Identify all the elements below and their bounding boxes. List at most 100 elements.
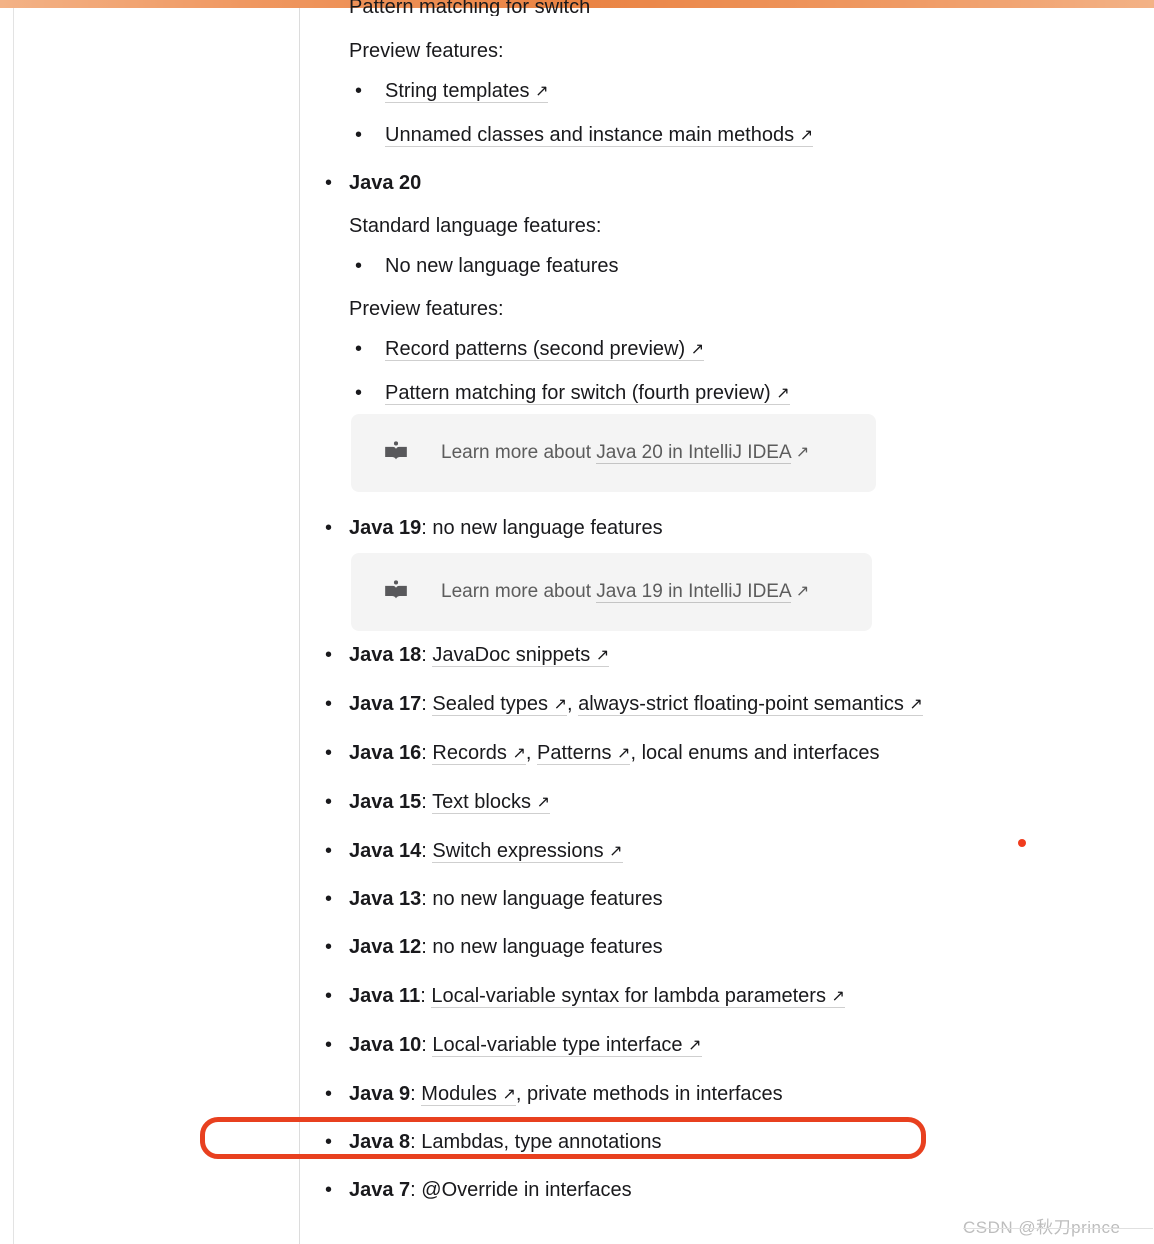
link-record-patterns[interactable]: Record patterns (second preview) ↗ — [385, 338, 705, 361]
bullet-dot: • — [325, 1083, 333, 1105]
java-19-title: Java 19 — [349, 517, 422, 539]
version-title: Java 17 — [349, 693, 422, 715]
link-label: Unnamed classes and instance main method… — [385, 124, 795, 146]
link-javadoc-snippets[interactable]: JavaDoc snippets ↗ — [432, 644, 610, 667]
bullet-dot: • — [355, 382, 363, 404]
version-text-segment: : — [421, 840, 433, 862]
list-item: • Pattern matching for switch (fourth pr… — [355, 380, 790, 408]
link-label: Switch expressions — [432, 840, 604, 862]
bullet-dot: • — [355, 124, 363, 146]
link-label: Sealed types — [432, 693, 549, 715]
bullet-dot: • — [355, 255, 363, 277]
bullet-dot: • — [325, 1179, 333, 1201]
link-label: Java 20 in IntelliJ IDEA — [596, 442, 791, 463]
link-text-blocks[interactable]: Text blocks ↗ — [432, 791, 550, 814]
list-item-java-9: • Java 9: Modules ↗, private methods in i… — [325, 1081, 783, 1109]
bullet-dot: • — [325, 791, 333, 813]
link-label: Modules — [421, 1083, 497, 1105]
bullet-dot: • — [325, 888, 333, 910]
version-title: Java 13 — [349, 888, 422, 910]
callout-java-20-text: Learn more about Java 20 in IntelliJ IDE… — [441, 442, 809, 464]
external-link-arrow-icon: ↗ — [690, 341, 705, 358]
link-label: Patterns — [537, 742, 612, 764]
version-text-segment: : — [420, 985, 432, 1007]
external-link-arrow-icon: ↗ — [609, 843, 623, 860]
list-item-java-13: • Java 13: no new language features — [325, 886, 663, 912]
version-title: Java 9 — [349, 1083, 411, 1105]
link-unnamed-classes[interactable]: Unnamed classes and instance main method… — [385, 124, 814, 147]
external-link-arrow-icon: ↗ — [831, 988, 845, 1005]
link-sealed-types[interactable]: Sealed types ↗ — [432, 693, 568, 716]
link-local-variable-syntax-for-lambda-parameters[interactable]: Local-variable syntax for lambda paramet… — [431, 985, 845, 1008]
link-java-19-intellij[interactable]: Java 19 in IntelliJ IDEA — [596, 581, 791, 603]
link-local-variable-type-interface[interactable]: Local-variable type interface ↗ — [432, 1034, 702, 1057]
main-content-column: Pattern matching for switch Preview feat… — [300, 0, 1154, 1244]
version-title: Java 10 — [349, 1034, 422, 1056]
link-label: always-strict floating-point semantics — [578, 693, 904, 715]
callout-java-19[interactable]: Learn more about Java 19 in IntelliJ IDE… — [351, 553, 872, 631]
list-item-java-7: • Java 7: @Override in interfaces — [325, 1177, 632, 1203]
bullet-dot: • — [325, 1034, 333, 1056]
list-item-java-11: • Java 11: Local-variable syntax for lamb… — [325, 983, 845, 1011]
link-label: Java 19 in IntelliJ IDEA — [596, 581, 791, 602]
version-text-segment: : — [421, 1034, 433, 1056]
list-item: • Unnamed classes and instance main meth… — [355, 122, 814, 150]
external-link-arrow-icon: ↗ — [512, 745, 526, 762]
bullet-dot: • — [325, 985, 333, 1007]
link-patterns[interactable]: Patterns ↗ — [537, 742, 631, 765]
list-item-java-10: • Java 10: Local-variable type interface … — [325, 1032, 702, 1060]
link-pattern-matching-switch[interactable]: Pattern matching for switch (fourth prev… — [385, 382, 790, 405]
java20-standard-item-0: No new language features — [385, 255, 619, 277]
version-title: Java 12 — [349, 936, 422, 958]
link-string-templates[interactable]: String templates ↗ — [385, 80, 549, 103]
link-modules[interactable]: Modules ↗ — [421, 1083, 516, 1106]
link-always-strict-floating-point-semantics[interactable]: always-strict floating-point semantics ↗ — [578, 693, 923, 716]
list-item: • No new language features — [355, 253, 619, 279]
version-text-segment: , private methods in interfaces — [515, 1083, 783, 1105]
left-sidebar — [14, 8, 299, 1244]
version-text-segment: , — [525, 742, 537, 764]
java-19-rest: : no new language features — [421, 517, 663, 539]
version-text-segment: : — [421, 693, 433, 715]
open-book-icon — [385, 441, 407, 460]
version-title: Java 18 — [349, 644, 422, 666]
list-item-java-15: • Java 15: Text blocks ↗ — [325, 789, 550, 817]
version-text-segment: : — [421, 742, 433, 764]
marker-dot — [1018, 839, 1026, 847]
java20-standard-heading: Standard language features: — [349, 215, 602, 237]
java-20-title: Java 20 — [349, 172, 422, 194]
bullet-dot: • — [355, 338, 363, 360]
external-link-arrow-icon: ↗ — [909, 696, 923, 713]
version-text-segment: : — [421, 644, 433, 666]
external-link-arrow-icon: ↗ — [688, 1037, 702, 1054]
version-title: Java 16 — [349, 742, 422, 764]
link-label: String templates — [385, 80, 530, 102]
version-text-segment: : — [421, 791, 433, 813]
list-item-java-20: • Java 20 — [325, 170, 421, 196]
java-8-highlight-annotation — [200, 1117, 926, 1159]
external-link-arrow-icon: ↗ — [776, 385, 790, 402]
open-book-icon — [385, 580, 407, 599]
bullet-dot: • — [325, 840, 333, 862]
list-item-java-16: • Java 16: Records ↗, Patterns ↗, local e… — [325, 740, 879, 768]
link-switch-expressions[interactable]: Switch expressions ↗ — [432, 840, 623, 863]
external-link-arrow-icon: ↗ — [553, 696, 568, 713]
link-java-20-intellij[interactable]: Java 20 in IntelliJ IDEA — [596, 442, 791, 464]
version-title: Java 11 — [349, 985, 421, 1007]
list-item-java-12: • Java 12: no new language features — [325, 934, 663, 960]
bullet-dot: • — [325, 172, 333, 194]
bullet-dot: • — [325, 742, 333, 764]
link-label: Local-variable syntax for lambda paramet… — [431, 985, 826, 1007]
clipped-top-link-label: Pattern matching for switch — [349, 0, 590, 16]
clipped-top-link[interactable]: Pattern matching for switch — [349, 0, 683, 16]
bullet-dot: • — [325, 693, 333, 715]
external-link-arrow-icon: ↗ — [595, 647, 610, 664]
outer-vertical-divider — [13, 8, 14, 1244]
external-link-arrow-icon: ↗ — [536, 794, 550, 811]
link-label: Text blocks — [432, 791, 531, 813]
external-link-arrow-icon: ↗ — [617, 745, 631, 762]
version-text-segment: : no new language features — [421, 936, 663, 958]
callout-java-20[interactable]: Learn more about Java 20 in IntelliJ IDE… — [351, 414, 876, 492]
link-records[interactable]: Records ↗ — [432, 742, 526, 765]
version-title: Java 7 — [349, 1179, 411, 1201]
